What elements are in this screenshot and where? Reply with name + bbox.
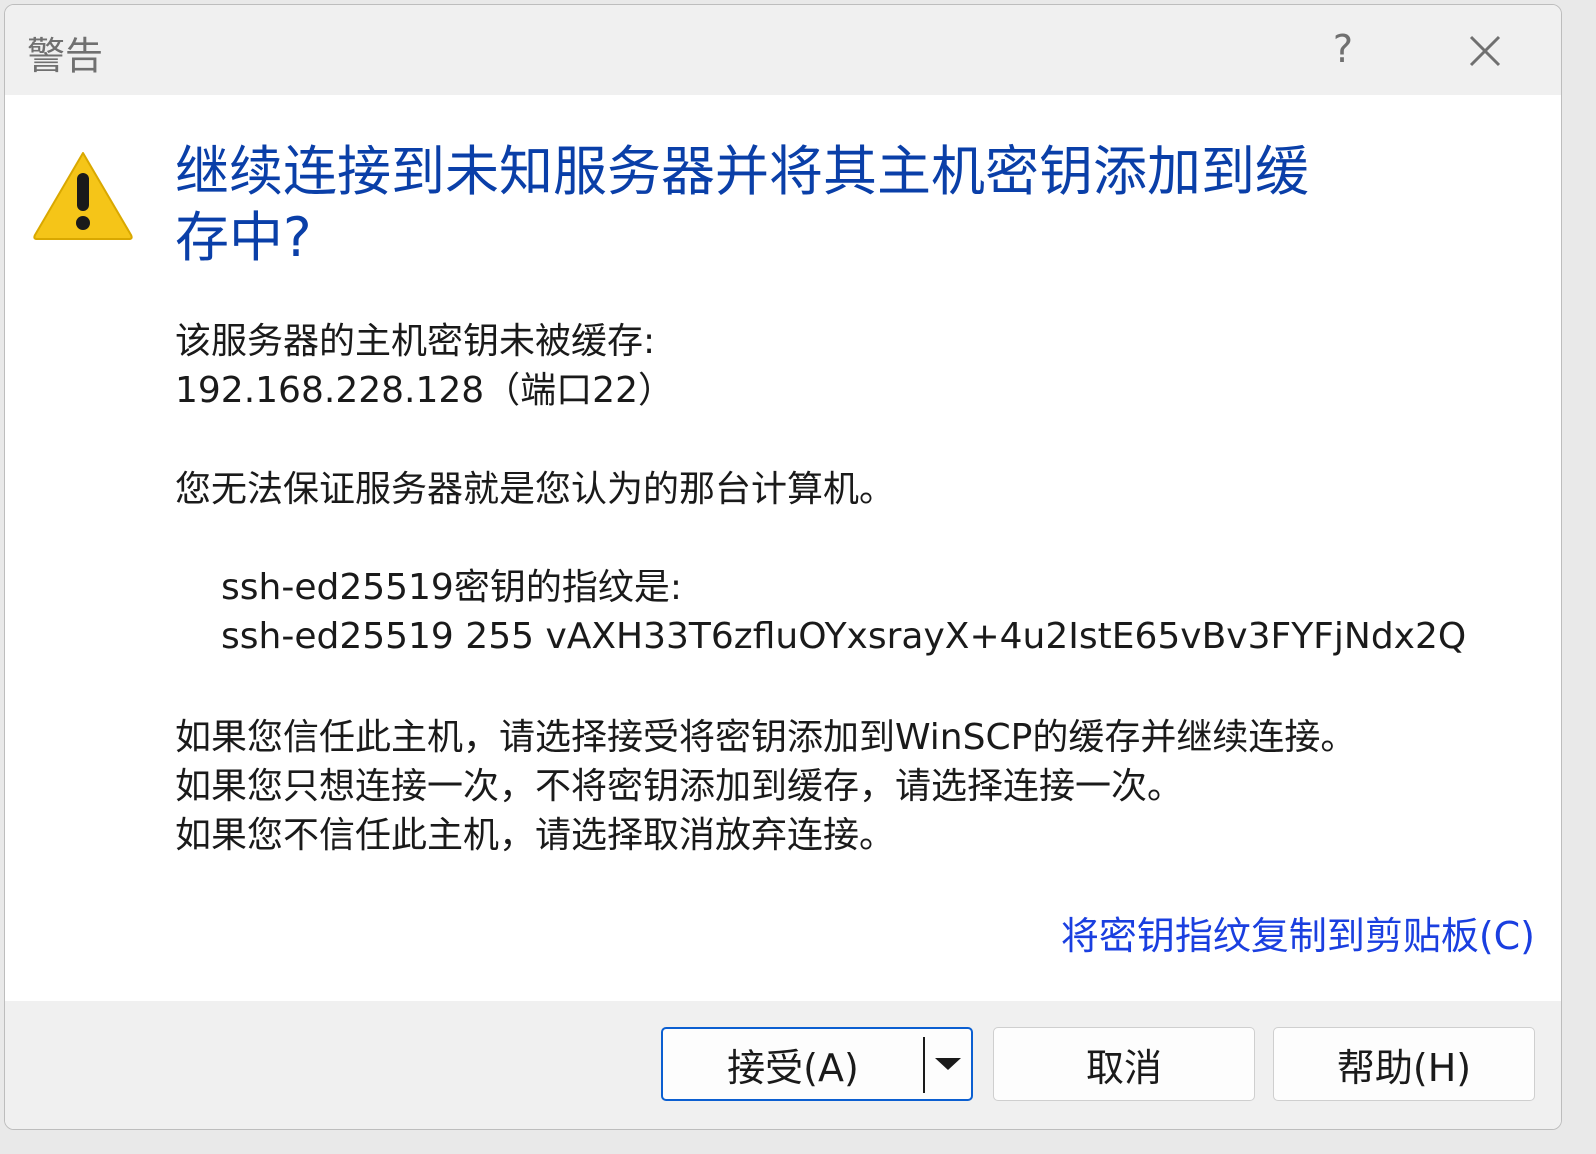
message-server-address: 192.168.228.128（端口22） — [175, 370, 674, 411]
message-cannot-guarantee: 您无法保证服务器就是您认为的那台计算机。 — [175, 469, 896, 510]
dropdown-arrow-icon[interactable] — [925, 1029, 971, 1099]
help-title-button[interactable]: ? — [1313, 19, 1373, 79]
instruction-once: 如果您只想连接一次，不将密钥添加到缓存，请选择连接一次。 — [175, 766, 1184, 807]
title-bar: 警告 ? — [5, 5, 1561, 95]
instruction-accept: 如果您信任此主机，请选择接受将密钥添加到WinSCP的缓存并继续连接。 — [175, 717, 1357, 758]
warning-dialog: 警告 ? 继续连接到未知服务器并将其主机密钥添加到缓存中? 该服务器的主机密钥未… — [4, 4, 1562, 1130]
help-button[interactable]: 帮助(H) — [1273, 1027, 1535, 1101]
window-title: 警告 — [27, 34, 104, 78]
message-host-key-not-cached: 该服务器的主机密钥未被缓存: — [175, 321, 656, 362]
cancel-button[interactable]: 取消 — [993, 1027, 1255, 1101]
accept-button-label[interactable]: 接受(A) — [663, 1037, 923, 1092]
close-icon — [1469, 35, 1501, 67]
instruction-cancel: 如果您不信任此主机，请选择取消放弃连接。 — [175, 815, 896, 856]
copy-fingerprint-link[interactable]: 将密钥指纹复制到剪贴板(C) — [1061, 905, 1535, 960]
button-bar: 接受(A) 取消 帮助(H) — [5, 1001, 1561, 1129]
fingerprint-value: ssh-ed25519 255 vAXH33T6zfluOYxsrayX+4u2… — [221, 616, 1467, 657]
fingerprint-label: ssh-ed25519密钥的指纹是: — [221, 567, 682, 608]
warning-triangle-icon — [33, 152, 133, 240]
close-button[interactable] — [1453, 19, 1517, 83]
accept-split-button[interactable]: 接受(A) — [661, 1027, 973, 1101]
dialog-headline: 继续连接到未知服务器并将其主机密钥添加到缓存中? — [175, 140, 1309, 269]
